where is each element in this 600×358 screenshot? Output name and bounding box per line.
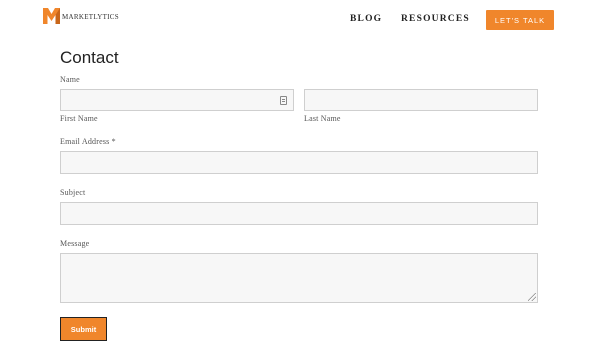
logo-text: MARKETLYTICS	[62, 13, 119, 21]
nav-resources[interactable]: RESOURCES	[401, 14, 470, 24]
first-name-input[interactable]	[60, 89, 294, 111]
message-label: Message	[60, 239, 90, 248]
name-label: Name	[60, 75, 80, 84]
email-input[interactable]	[60, 151, 538, 174]
nav-blog[interactable]: BLOG	[350, 14, 382, 24]
subject-label: Subject	[60, 188, 86, 197]
last-name-label: Last Name	[304, 114, 341, 123]
lets-talk-button[interactable]: LET'S TALK	[486, 10, 554, 30]
email-label: Email Address *	[60, 137, 116, 146]
first-name-label: First Name	[60, 114, 98, 123]
subject-input[interactable]	[60, 202, 538, 225]
page-title: Contact	[60, 48, 119, 67]
last-name-input[interactable]	[304, 89, 538, 111]
contact-card-icon[interactable]	[280, 96, 287, 105]
submit-button[interactable]: Submit	[60, 317, 107, 341]
message-textarea[interactable]	[60, 253, 538, 303]
logo[interactable]: MARKETLYTICS	[43, 8, 119, 24]
m-logo-icon	[43, 8, 60, 24]
resize-grip-icon[interactable]	[528, 293, 536, 301]
site-header: MARKETLYTICS BLOG RESOURCES LET'S TALK	[0, 0, 600, 40]
